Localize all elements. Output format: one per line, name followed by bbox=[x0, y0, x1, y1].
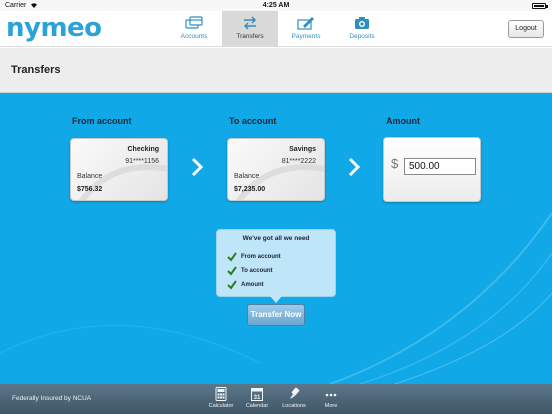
main-tabs: Accounts Transfers Payments Deposits bbox=[166, 11, 390, 47]
cards-icon bbox=[185, 16, 203, 29]
calendar-label: Calendar bbox=[245, 403, 269, 409]
transfer-arrows-icon bbox=[243, 16, 257, 30]
logout-button[interactable]: Logout bbox=[508, 20, 544, 38]
locations-button[interactable]: Locations bbox=[274, 387, 314, 409]
amount-input[interactable]: 500.00 bbox=[404, 158, 476, 175]
amount-card: $ 500.00 bbox=[383, 137, 481, 202]
transfer-now-button[interactable]: Transfer Now bbox=[247, 304, 305, 326]
camera-icon bbox=[355, 17, 369, 29]
page-title: Transfers bbox=[11, 64, 61, 76]
battery-tip bbox=[546, 5, 548, 8]
from-balance-label: Balance bbox=[77, 173, 103, 180]
calculator-button[interactable]: Calculator bbox=[201, 387, 241, 409]
tab-deposits[interactable]: Deposits bbox=[334, 11, 390, 47]
calendar-day: 31 bbox=[254, 395, 261, 401]
tab-payments-label: Payments bbox=[291, 33, 321, 40]
checkmark-icon bbox=[227, 252, 237, 262]
to-account-card[interactable]: Savings 81****2222 Balance $7,235.00 bbox=[227, 138, 325, 201]
tab-transfers[interactable]: Transfers bbox=[222, 11, 278, 47]
calendar-button[interactable]: 31 Calendar bbox=[237, 387, 277, 409]
from-account-number: 91****1156 bbox=[125, 158, 159, 165]
tab-payments[interactable]: Payments bbox=[278, 11, 334, 47]
chevron-right-icon bbox=[191, 157, 204, 177]
clock: 4:25 AM bbox=[262, 2, 290, 9]
tab-transfers-label: Transfers bbox=[236, 33, 264, 40]
more-label: More bbox=[324, 403, 338, 409]
tooltip-pointer bbox=[270, 296, 282, 303]
status-bar: Carrier 4:25 AM bbox=[0, 0, 552, 11]
tab-accounts-label: Accounts bbox=[180, 33, 208, 40]
to-balance-label: Balance bbox=[234, 173, 260, 180]
from-account-card[interactable]: Checking 91****1156 Balance $756.32 bbox=[70, 138, 168, 201]
locations-label: Locations bbox=[282, 403, 306, 409]
from-account-label: From account bbox=[72, 116, 132, 126]
calendar-icon: 31 bbox=[251, 388, 263, 401]
battery-icon bbox=[532, 3, 546, 9]
tab-accounts[interactable]: Accounts bbox=[166, 11, 222, 47]
footer-bar: Federally Insured by NCUA Calculator 31 … bbox=[0, 384, 552, 414]
page-title-bar: Transfers bbox=[0, 48, 552, 93]
checklist-item-label: To account bbox=[241, 268, 273, 274]
nymeo-logo: nymeo bbox=[6, 13, 102, 43]
pen-check-icon bbox=[297, 17, 314, 30]
ncua-notice: Federally Insured by NCUA bbox=[12, 395, 92, 402]
checkmark-icon bbox=[227, 280, 237, 290]
currency-symbol: $ bbox=[391, 156, 399, 171]
to-account-label: To account bbox=[229, 116, 277, 126]
pin-icon bbox=[290, 387, 300, 399]
more-button[interactable]: More bbox=[311, 387, 351, 409]
checklist-item-label: From account bbox=[241, 254, 281, 260]
calculator-icon bbox=[215, 387, 227, 401]
to-account-number: 81****2222 bbox=[281, 158, 316, 165]
chevron-right-icon bbox=[348, 157, 361, 177]
from-balance-value: $756.32 bbox=[77, 186, 103, 193]
tab-deposits-label: Deposits bbox=[349, 33, 375, 40]
checkmark-icon bbox=[227, 266, 237, 276]
checklist-item-label: Amount bbox=[241, 282, 264, 288]
to-account-type: Savings bbox=[289, 146, 316, 153]
transfer-panel: From account To account Amount Checking … bbox=[0, 93, 552, 384]
to-balance-value: $7,235.00 bbox=[234, 186, 266, 193]
amount-label: Amount bbox=[386, 116, 420, 126]
checklist-title: We've got all we need bbox=[242, 235, 310, 242]
calculator-label: Calculator bbox=[208, 403, 234, 409]
more-dots-icon bbox=[325, 393, 337, 397]
app-header: nymeo Accounts Transfers Payments Deposi… bbox=[0, 11, 552, 47]
requirements-checklist: We've got all we need From account To ac… bbox=[216, 229, 336, 297]
from-account-type: Checking bbox=[127, 146, 159, 153]
